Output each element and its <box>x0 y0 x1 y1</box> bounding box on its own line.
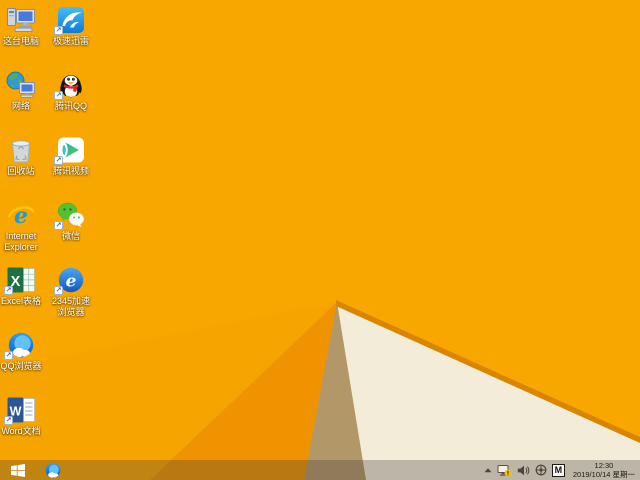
ie-icon: e <box>6 201 36 229</box>
2345-browser-icon: e ↗ <box>54 266 86 295</box>
windows-logo-icon <box>11 463 25 477</box>
recycle-bin-desktop-icon[interactable]: 回收站 <box>0 136 44 177</box>
desktop-icon-label: Excel表格 <box>0 296 41 306</box>
shortcut-arrow-icon: ↗ <box>54 286 63 295</box>
volume-icon[interactable] <box>517 465 530 476</box>
shortcut-arrow-icon: ↗ <box>4 351 13 360</box>
safety-center-icon[interactable] <box>535 464 547 476</box>
word-icon: W ↗ <box>4 396 36 425</box>
shortcut-arrow-icon: ↗ <box>54 156 63 165</box>
desktop-icon-label: 回收站 <box>7 166 35 176</box>
desktop-icon-label: Word文档 <box>1 426 41 436</box>
qq-browser-desktop-icon[interactable]: ↗ QQ浏览器 <box>0 331 44 372</box>
this-pc-desktop-icon[interactable]: 这台电脑 <box>0 6 44 47</box>
shortcut-arrow-icon: ↗ <box>4 416 13 425</box>
shortcut-arrow-icon: ↗ <box>54 91 63 100</box>
xunlei-desktop-icon[interactable]: ↗ 极速迅雷 <box>48 6 94 47</box>
taskbar: M 12:30 2019/10/14 星期一 <box>0 460 640 480</box>
desktop-icon-label: 微信 <box>61 231 80 241</box>
word-desktop-icon[interactable]: W ↗ Word文档 <box>0 396 44 437</box>
taskbar-pinned-qq-browser[interactable] <box>40 460 66 480</box>
desktop-icon-label: Internet Explorer <box>4 231 38 252</box>
desktop-icon-label: 极速迅雷 <box>52 36 89 46</box>
desktop-icon-label: 腾讯视频 <box>52 166 89 176</box>
tencent-video-desktop-icon[interactable]: ↗ 腾讯视频 <box>48 136 94 177</box>
tencent-video-icon: ↗ <box>54 136 86 165</box>
shortcut-arrow-icon: ↗ <box>54 26 63 35</box>
desktop-icon-label: 2345加速浏览器 <box>51 296 91 317</box>
recycle-bin-icon <box>6 136 36 164</box>
internet-explorer-desktop-icon[interactable]: e Internet Explorer <box>0 201 44 253</box>
qq-browser-icon <box>44 462 62 479</box>
shortcut-arrow-icon: ↗ <box>4 286 13 295</box>
wechat-icon: ↗ <box>54 201 86 230</box>
taskbar-clock[interactable]: 12:30 2019/10/14 星期一 <box>573 461 635 479</box>
desktop-icon-grid: 这台电脑 ↗ 极速迅雷 网络 ↗ 腾讯QQ 回收站 ↗ 腾讯视频 e Internet Explor… <box>0 0 640 480</box>
ime-indicator[interactable]: M <box>551 463 565 477</box>
show-hidden-icons-button[interactable] <box>484 467 492 473</box>
desktop-icon-label: QQ浏览器 <box>0 361 42 371</box>
network-status-icon[interactable] <box>497 464 512 477</box>
tencent-qq-desktop-icon[interactable]: ↗ 腾讯QQ <box>48 71 94 112</box>
qq-penguin-icon: ↗ <box>54 71 86 100</box>
windows-desktop: 这台电脑 ↗ 极速迅雷 网络 ↗ 腾讯QQ 回收站 ↗ 腾讯视频 e Internet Explor… <box>0 0 640 480</box>
desktop-icon-label: 腾讯QQ <box>54 101 87 111</box>
network-desktop-icon[interactable]: 网络 <box>0 71 44 112</box>
excel-desktop-icon[interactable]: X ↗ Excel表格 <box>0 266 44 307</box>
2345-browser-desktop-icon[interactable]: e ↗ 2345加速浏览器 <box>48 266 94 318</box>
desktop-icon-label: 网络 <box>11 101 30 111</box>
excel-icon: X ↗ <box>4 266 36 295</box>
clock-date: 2019/10/14 星期一 <box>572 470 635 479</box>
network-globe-icon <box>6 71 36 99</box>
svg-text:e: e <box>66 272 77 292</box>
desktop-icon-label: 这台电脑 <box>2 36 39 46</box>
wechat-desktop-icon[interactable]: ↗ 微信 <box>48 201 94 242</box>
clock-time: 12:30 <box>594 461 614 470</box>
shortcut-arrow-icon: ↗ <box>54 221 63 230</box>
system-tray: M 12:30 2019/10/14 星期一 <box>484 461 640 479</box>
start-button[interactable] <box>0 460 36 480</box>
computer-icon <box>6 6 36 34</box>
qq-browser-icon: ↗ <box>4 331 36 360</box>
xunlei-bird-icon: ↗ <box>54 6 86 35</box>
